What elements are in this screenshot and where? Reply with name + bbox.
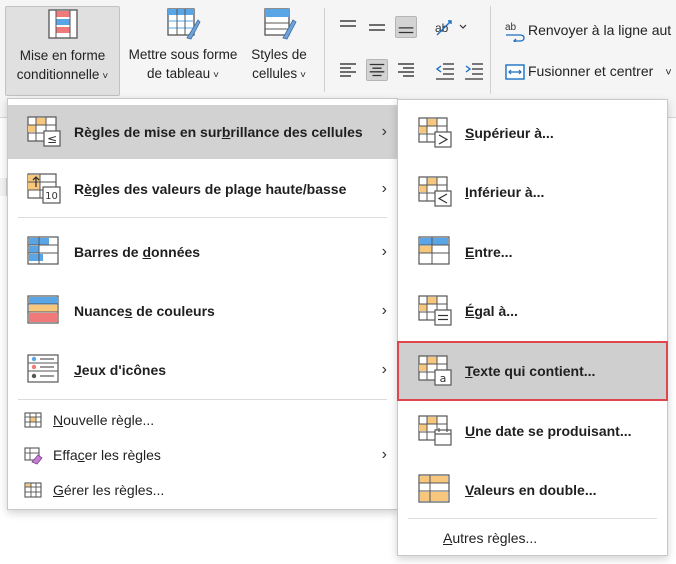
menu-item-label: Gérer les règles...	[53, 482, 165, 498]
chevron-right-icon: ›	[381, 446, 387, 463]
wrap-text-icon[interactable]: ab	[504, 20, 526, 42]
chevron-down-icon: ˅	[665, 67, 672, 79]
align-middle-icon[interactable]	[366, 16, 388, 38]
menu-item-manage-rules[interactable]: Gérer les règles...	[8, 475, 397, 505]
svg-text:a: a	[440, 372, 447, 385]
submenu-item-label: Valeurs en double...	[465, 482, 597, 498]
submenu-item-equal-to[interactable]: Égal à...	[398, 283, 667, 339]
menu-separator	[18, 399, 387, 400]
menu-item-clear-rules[interactable]: Effacer les règles ›	[8, 440, 397, 470]
ribbon-separator	[324, 8, 325, 92]
menu-item-highlight-cells-rules[interactable]: ≤ Règles de mise en surbrillance des cel…	[8, 105, 397, 159]
submenu-item-greater-than[interactable]: Supérieur à...	[398, 105, 667, 161]
eraser-icon	[24, 447, 43, 465]
chevron-right-icon: ›	[381, 302, 387, 319]
less-than-icon	[418, 176, 452, 207]
format-as-table-label-2: de tableau	[147, 66, 211, 81]
align-bottom-icon[interactable]	[395, 16, 417, 38]
menu-item-label: Règles de mise en surbrillance des cellu…	[74, 124, 363, 140]
submenu-item-date-occurring[interactable]: Une date se produisant...	[398, 403, 667, 459]
manage-rules-icon	[24, 482, 42, 498]
menu-item-label: Jeux d'icônes	[74, 362, 167, 378]
format-as-table-icon	[167, 8, 201, 40]
svg-text:10: 10	[45, 191, 58, 202]
column-header-stub	[0, 178, 7, 196]
orientation-icon[interactable]: ab	[433, 16, 469, 38]
chevron-down-icon: ˅	[213, 70, 219, 81]
duplicate-values-icon	[418, 474, 450, 503]
format-as-table-label-1: Mettre sous forme	[128, 47, 238, 62]
cell-styles-icon	[264, 8, 297, 40]
merge-center-label: Fusionner et centrer	[528, 63, 654, 79]
decrease-indent-icon[interactable]	[434, 59, 456, 81]
menu-item-top-bottom-rules[interactable]: 10 Règles des valeurs de plage haute/bas…	[8, 162, 397, 216]
menu-item-label: Nouvelle règle...	[53, 412, 155, 428]
menu-item-new-rule[interactable]: Nouvelle règle...	[8, 405, 397, 435]
menu-item-data-bars[interactable]: Barres de données ›	[8, 224, 397, 280]
chevron-right-icon: ›	[381, 361, 387, 378]
format-as-table-button[interactable]: Mettre sous forme de tableau ˅	[122, 6, 244, 96]
chevron-right-icon: ›	[381, 123, 387, 140]
submenu-item-label: Supérieur à...	[465, 125, 554, 141]
menu-item-label: Règles des valeurs de plage haute/basse	[74, 181, 347, 197]
submenu-item-label: Inférieur à...	[465, 184, 545, 200]
submenu-item-label: Égal à...	[465, 303, 518, 319]
menu-item-label: Nuances de couleurs	[74, 303, 215, 319]
submenu-item-label: Une date se produisant...	[465, 423, 632, 439]
svg-text:ab: ab	[505, 22, 517, 33]
menu-item-label: Barres de données	[74, 244, 201, 260]
align-left-icon[interactable]	[337, 59, 359, 81]
top-bottom-rules-icon: 10	[27, 173, 61, 204]
data-bars-icon	[27, 236, 59, 265]
equal-to-icon	[418, 295, 452, 326]
merge-center-icon[interactable]	[504, 61, 526, 83]
menu-item-label: Effacer les règles	[53, 447, 161, 463]
menu-separator	[408, 518, 657, 519]
align-top-icon[interactable]	[337, 16, 359, 38]
submenu-item-between[interactable]: Entre...	[398, 224, 667, 280]
conditional-formatting-button[interactable]: Mise en forme conditionnelle ˅	[5, 6, 120, 96]
greater-than-icon	[418, 117, 452, 148]
color-scales-icon	[27, 295, 59, 324]
cell-styles-label-1: Styles de	[251, 47, 307, 62]
icon-sets-icon	[27, 354, 59, 383]
align-center-icon[interactable]	[366, 59, 388, 81]
chevron-down-icon: ˅	[102, 71, 109, 82]
new-rule-icon	[24, 412, 42, 428]
highlight-cells-rules-icon: ≤	[27, 116, 61, 147]
menu-item-icon-sets[interactable]: Jeux d'icônes ›	[8, 342, 397, 398]
increase-indent-icon[interactable]	[463, 59, 485, 81]
conditional-formatting-label-1: Mise en forme	[19, 48, 106, 63]
merge-center-button[interactable]: Fusionner et centrer ˅	[528, 63, 672, 79]
svg-text:ab: ab	[435, 21, 449, 35]
chevron-right-icon: ›	[381, 180, 387, 197]
highlight-cells-submenu: Supérieur à... Inférieur à... Entre... É…	[397, 99, 668, 556]
between-icon	[418, 236, 450, 265]
submenu-item-label: Autres règles...	[443, 530, 538, 546]
submenu-item-label: Entre...	[465, 244, 513, 260]
svg-text:≤: ≤	[47, 132, 57, 146]
chevron-down-icon: ˅	[300, 70, 306, 81]
calendar-icon	[418, 415, 452, 446]
conditional-formatting-icon	[47, 9, 78, 39]
cell-styles-button[interactable]: Styles de cellules ˅	[246, 6, 312, 96]
align-right-icon[interactable]	[395, 59, 417, 81]
cell-styles-label-2: cellules	[252, 66, 298, 81]
wrap-text-button[interactable]: Renvoyer à la ligne aut	[528, 22, 671, 38]
menu-separator	[18, 217, 387, 218]
ribbon-separator	[490, 6, 491, 94]
conditional-formatting-menu: ≤ Règles de mise en surbrillance des cel…	[7, 98, 398, 510]
text-contains-icon: a	[418, 355, 452, 386]
submenu-item-duplicate-values[interactable]: Valeurs en double...	[398, 462, 667, 518]
submenu-item-text-contains[interactable]: a Texte qui contient...	[397, 341, 668, 401]
menu-item-color-scales[interactable]: Nuances de couleurs ›	[8, 283, 397, 339]
submenu-item-label: Texte qui contient...	[465, 363, 596, 379]
submenu-item-more-rules[interactable]: Autres règles...	[398, 523, 667, 553]
conditional-formatting-label-2: conditionnelle	[16, 67, 100, 82]
chevron-right-icon: ›	[381, 243, 387, 260]
submenu-item-less-than[interactable]: Inférieur à...	[398, 164, 667, 220]
